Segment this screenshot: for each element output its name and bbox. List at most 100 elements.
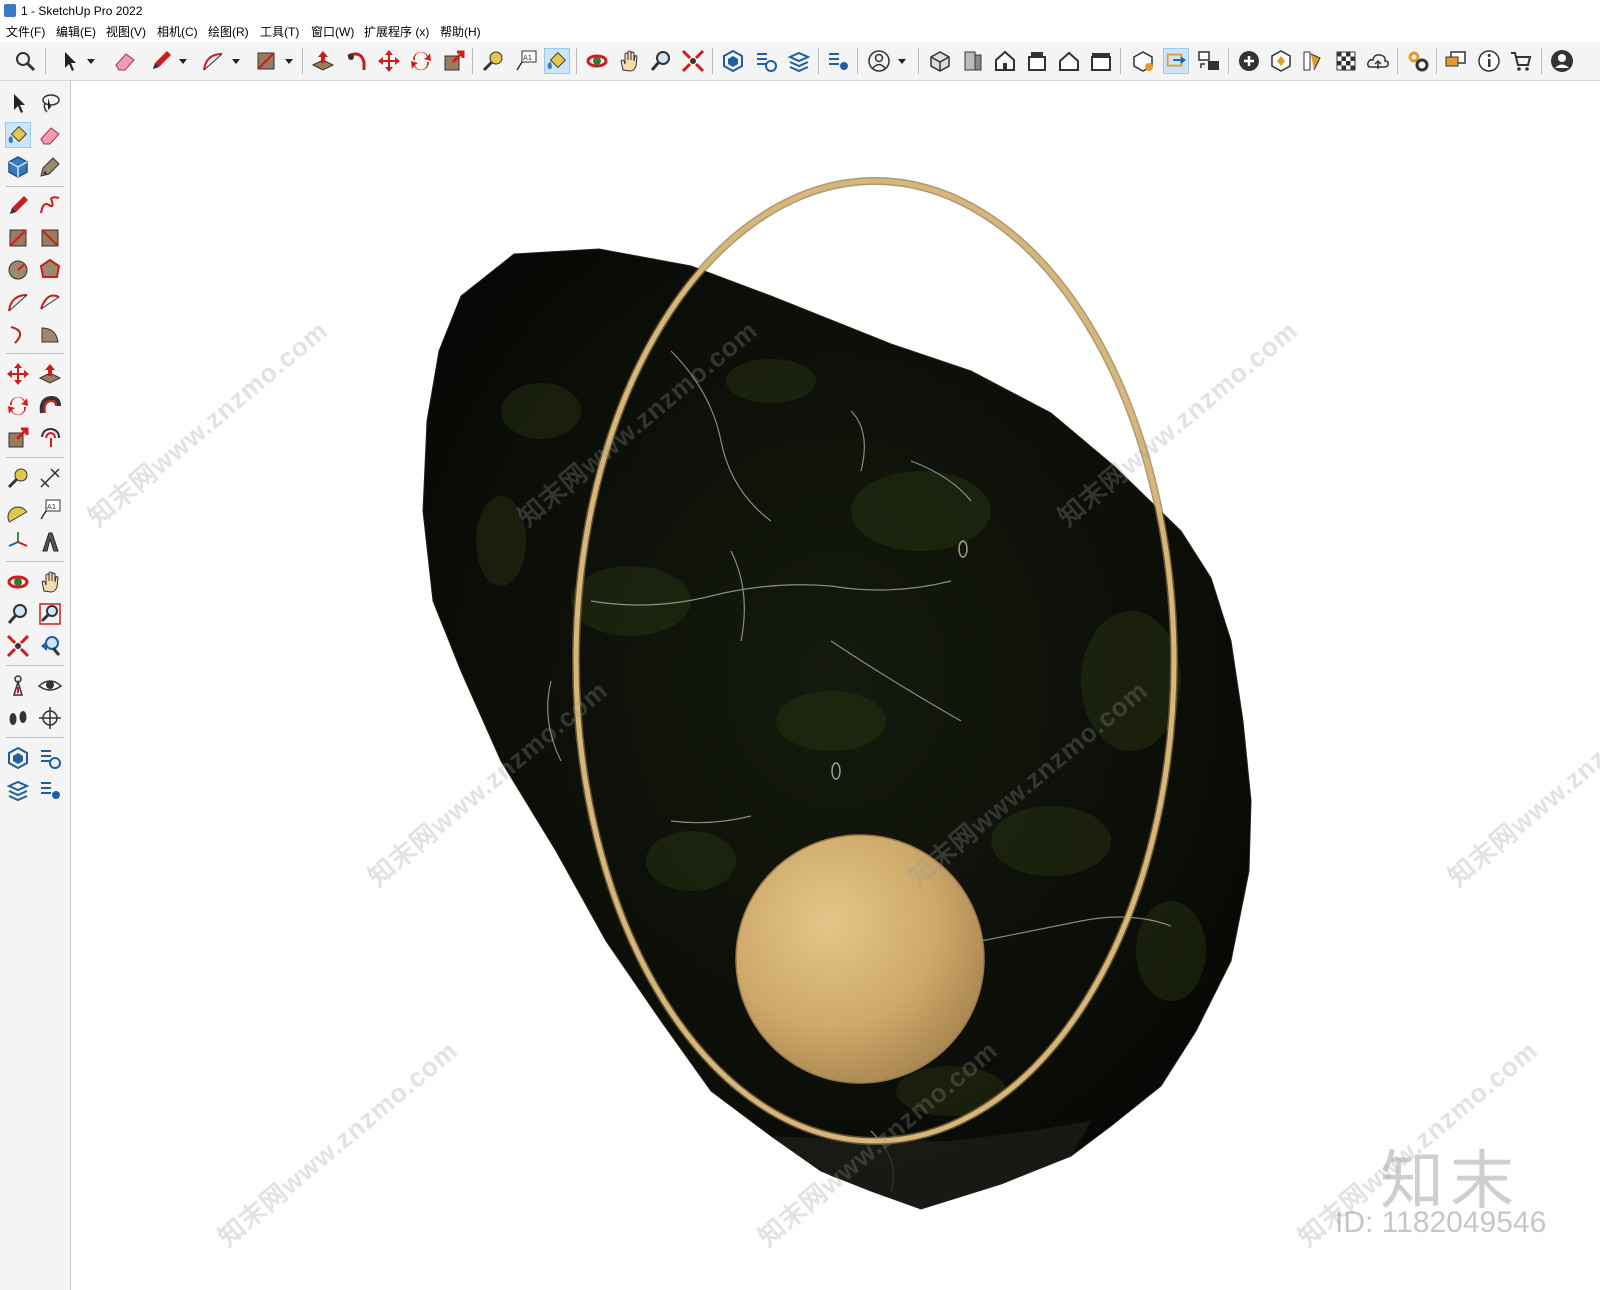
follow-me-icon[interactable] (343, 48, 369, 74)
three-point-arc-icon[interactable] (5, 321, 31, 347)
select-icon[interactable] (5, 90, 31, 116)
menu-extensions[interactable]: 扩展程序 (x) (364, 22, 429, 42)
layout-icon[interactable] (786, 48, 812, 74)
two-point-arc-icon[interactable] (37, 289, 63, 315)
account-icon[interactable] (1549, 48, 1575, 74)
text-icon[interactable]: A1 (37, 497, 63, 523)
offset-icon[interactable] (37, 425, 63, 451)
freehand-icon[interactable] (37, 193, 63, 219)
pie-icon[interactable] (37, 321, 63, 347)
model-info-icon[interactable] (825, 48, 851, 74)
select-icon[interactable] (56, 48, 82, 74)
zoom-window-icon[interactable] (37, 601, 63, 627)
top-view-icon[interactable] (960, 48, 986, 74)
drawing-viewport[interactable]: 知末网www.znzmo.com 知末网www.znzmo.com 知末网www… (71, 81, 1600, 1290)
front-view-icon[interactable] (992, 48, 1018, 74)
menu-file[interactable]: 文件(F) (6, 22, 45, 42)
zoom-icon[interactable] (648, 48, 674, 74)
styles-icon[interactable] (1300, 48, 1326, 74)
previous-view-icon[interactable] (37, 633, 63, 659)
scale-icon[interactable] (441, 48, 467, 74)
dimension-icon[interactable] (37, 465, 63, 491)
pan-icon[interactable] (616, 48, 642, 74)
select-dropdown-icon[interactable] (86, 56, 96, 66)
rectangle-icon[interactable] (5, 225, 31, 251)
lasso-icon[interactable] (37, 90, 63, 116)
paint-bucket-icon[interactable] (5, 122, 31, 148)
warehouse-icon[interactable] (720, 48, 746, 74)
protractor-icon[interactable] (5, 497, 31, 523)
model-info-icon[interactable] (37, 777, 63, 803)
cart-icon[interactable] (1508, 48, 1534, 74)
left-view-icon[interactable] (1088, 48, 1114, 74)
3d-text-icon[interactable] (37, 529, 63, 555)
text-icon[interactable]: A1 (513, 48, 539, 74)
walk-icon[interactable] (5, 705, 31, 731)
menu-help[interactable]: 帮助(H) (440, 22, 481, 42)
user-dropdown-icon[interactable] (897, 56, 907, 66)
warehouse-icon[interactable] (5, 745, 31, 771)
cloud-icon[interactable] (1365, 48, 1391, 74)
move-icon[interactable] (5, 361, 31, 387)
rotate-icon[interactable] (408, 48, 434, 74)
menu-window[interactable]: 窗口(W) (311, 22, 354, 42)
zoom-icon[interactable] (5, 601, 31, 627)
rectangle-icon[interactable] (253, 48, 279, 74)
sandbox-icon[interactable] (1268, 48, 1294, 74)
arc-dropdown-icon[interactable] (231, 56, 241, 66)
search-icon[interactable] (12, 48, 38, 74)
menu-view[interactable]: 视图(V) (106, 22, 146, 42)
move-icon[interactable] (376, 48, 402, 74)
rotated-rectangle-icon[interactable] (37, 225, 63, 251)
settings-icon[interactable] (1405, 48, 1431, 74)
info-icon[interactable] (1476, 48, 1502, 74)
pencil-dropdown-icon[interactable] (178, 56, 188, 66)
polygon-icon[interactable] (37, 257, 63, 283)
menu-camera[interactable]: 相机(C) (157, 22, 198, 42)
section-plane-icon[interactable] (1163, 48, 1189, 74)
eraser-icon[interactable] (112, 48, 138, 74)
iso-view-icon[interactable] (927, 48, 953, 74)
right-view-icon[interactable] (1024, 48, 1050, 74)
scale-icon[interactable] (5, 425, 31, 451)
rotate-icon[interactable] (5, 393, 31, 419)
tag-icon[interactable] (37, 154, 63, 180)
position-camera-icon[interactable] (5, 673, 31, 699)
extension-warehouse-icon[interactable] (753, 48, 779, 74)
push-pull-icon[interactable] (37, 361, 63, 387)
solid-tools-icon[interactable] (1130, 48, 1156, 74)
look-around-icon[interactable] (37, 673, 63, 699)
axes-icon[interactable] (5, 529, 31, 555)
scenes-icon[interactable] (1196, 48, 1222, 74)
follow-me-icon[interactable] (37, 393, 63, 419)
zoom-extents-icon[interactable] (5, 633, 31, 659)
menu-draw[interactable]: 绘图(R) (208, 22, 249, 42)
arc-icon[interactable] (200, 48, 226, 74)
extension-warehouse-icon[interactable] (37, 745, 63, 771)
push-pull-icon[interactable] (310, 48, 336, 74)
arc-icon[interactable] (5, 289, 31, 315)
back-view-icon[interactable] (1056, 48, 1082, 74)
user-icon[interactable] (866, 48, 892, 74)
rectangle-dropdown-icon[interactable] (284, 56, 294, 66)
orbit-icon[interactable] (5, 569, 31, 595)
menu-tools[interactable]: 工具(T) (260, 22, 299, 42)
paint-bucket-icon[interactable] (544, 48, 570, 74)
layout-icon[interactable] (5, 777, 31, 803)
shadows-icon[interactable] (1333, 48, 1359, 74)
orbit-icon[interactable] (584, 48, 610, 74)
circle-icon[interactable] (5, 257, 31, 283)
line-icon[interactable] (5, 193, 31, 219)
3d-model-scene[interactable] (71, 81, 1600, 1290)
pencil-icon[interactable] (148, 48, 174, 74)
tape-measure-icon[interactable] (5, 465, 31, 491)
eraser-icon[interactable] (37, 122, 63, 148)
component-icon[interactable] (5, 154, 31, 180)
zoom-extents-icon[interactable] (680, 48, 706, 74)
message-icon[interactable] (1443, 48, 1469, 74)
section-plane-icon[interactable] (37, 705, 63, 731)
tape-measure-icon[interactable] (480, 48, 506, 74)
pan-icon[interactable] (37, 569, 63, 595)
menu-edit[interactable]: 编辑(E) (56, 22, 96, 42)
add-location-icon[interactable] (1236, 48, 1262, 74)
